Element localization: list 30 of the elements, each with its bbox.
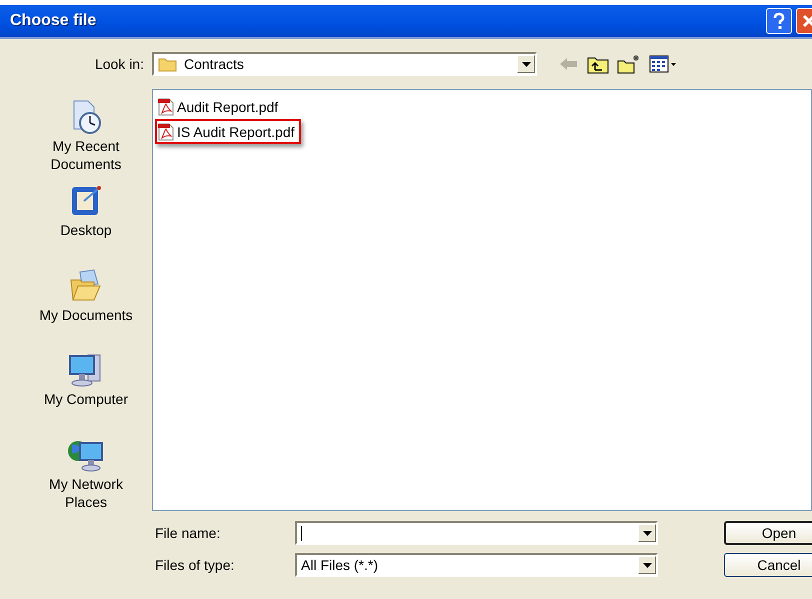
- cancel-button[interactable]: Cancel: [724, 553, 812, 577]
- views-button[interactable]: [649, 55, 677, 73]
- new-folder-button[interactable]: [617, 54, 641, 74]
- grid-view-icon: [649, 55, 677, 73]
- folder-icon: [158, 56, 178, 72]
- pdf-file-icon: [157, 122, 175, 140]
- file-name-field[interactable]: [295, 521, 658, 545]
- file-name-label: File name:: [154, 525, 222, 541]
- file-item[interactable]: IS Audit Report.pdf: [155, 119, 301, 144]
- help-button[interactable]: [766, 8, 792, 34]
- place-item[interactable]: My Network Places: [20, 436, 152, 512]
- place-item[interactable]: My Computer: [20, 352, 152, 427]
- place-item[interactable]: My Recent Documents: [20, 99, 152, 174]
- look-in-label: Look in:: [94, 56, 145, 72]
- window-title: Choose file: [10, 12, 96, 30]
- place-item[interactable]: My Documents: [20, 268, 152, 342]
- look-in-dropdown[interactable]: Contracts: [152, 52, 537, 76]
- close-icon: [802, 14, 812, 28]
- file-type-dropdown[interactable]: All Files (*.*): [295, 553, 658, 577]
- file-item[interactable]: Audit Report.pdf: [155, 94, 284, 119]
- caret-icon: [642, 562, 652, 568]
- pdf-file-icon: [157, 98, 175, 116]
- caret-icon: [522, 62, 530, 66]
- open-button[interactable]: Open: [724, 521, 812, 545]
- caret-icon: [642, 530, 652, 536]
- help-icon: [771, 12, 787, 30]
- place-item[interactable]: Desktop: [20, 183, 152, 258]
- new-folder-icon: [617, 54, 641, 74]
- back-arrow-icon: [559, 57, 579, 71]
- file-type-label: Files of type:: [154, 557, 236, 573]
